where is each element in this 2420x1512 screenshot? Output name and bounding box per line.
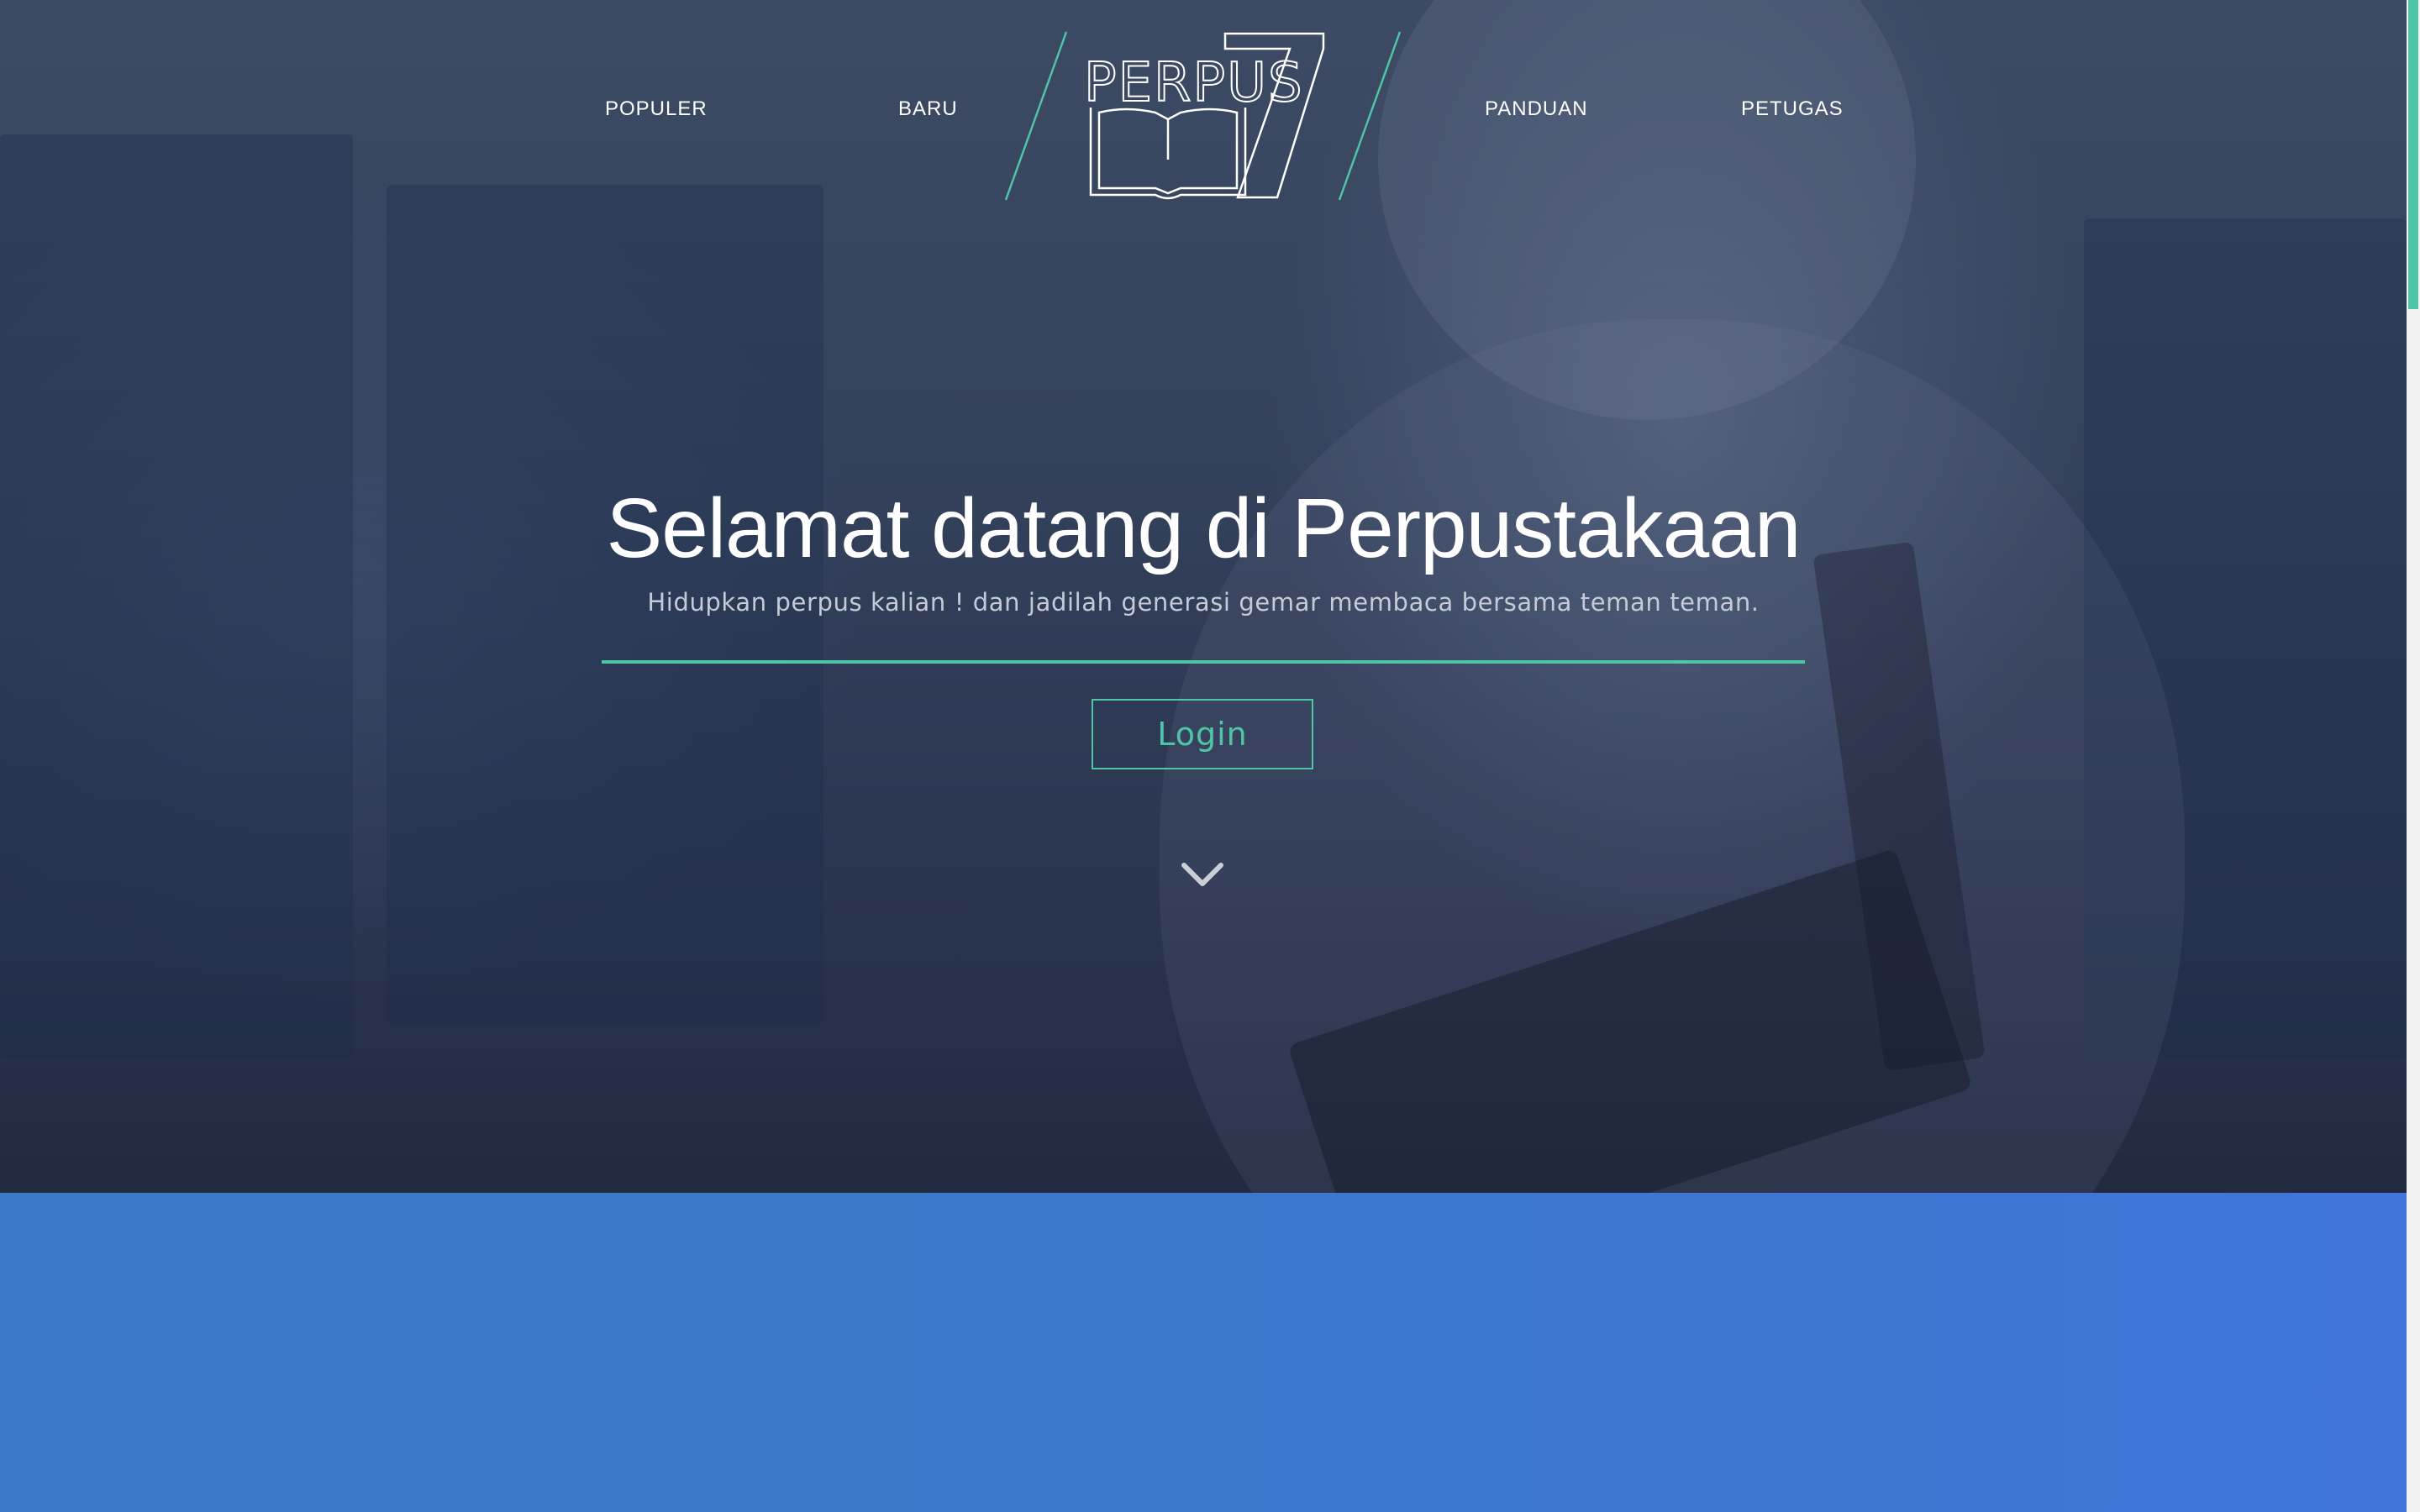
login-button[interactable]: Login: [1092, 699, 1313, 769]
scrollbar-thumb[interactable]: [2408, 0, 2418, 309]
blue-content-section: [0, 1193, 2407, 1512]
nav-panduan[interactable]: PANDUAN: [1485, 97, 1588, 121]
perpus7-logo[interactable]: PERPUS: [1000, 25, 1403, 205]
nav-petugas[interactable]: PETUGAS: [1741, 97, 1844, 121]
logo-right-slash: [1338, 31, 1402, 201]
nav-baru[interactable]: BARU: [898, 97, 958, 121]
landing-page: POPULER BARU PANDUAN PETUGAS PERPUS Sela…: [0, 0, 2420, 1512]
hero-divider: [602, 660, 1805, 664]
logo-left-slash: [1004, 31, 1068, 201]
hero-title: Selamat datang di Perpustakaan: [606, 481, 1802, 575]
hero-subtitle: Hidupkan perpus kalian ! dan jadilah gen…: [647, 588, 1760, 617]
logo-graphic: PERPUS: [1004, 31, 1402, 201]
nav-populer[interactable]: POPULER: [605, 97, 708, 121]
hero-section: POPULER BARU PANDUAN PETUGAS PERPUS Sela…: [0, 0, 2407, 1193]
chevron-down-icon[interactable]: [1181, 860, 1224, 889]
book-icon: [1089, 108, 1247, 200]
